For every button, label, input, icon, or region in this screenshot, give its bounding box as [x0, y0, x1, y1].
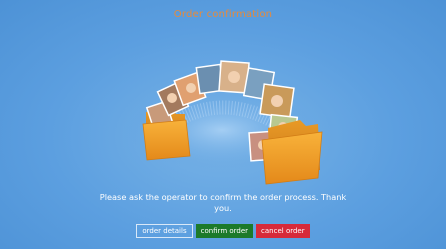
- order-details-button[interactable]: order details: [136, 224, 193, 238]
- order-confirmation-screen: Order confirmation Please ask the operat…: [0, 0, 446, 249]
- confirm-order-button[interactable]: confirm order: [195, 224, 254, 238]
- action-buttons: order details confirm order cancel order: [0, 224, 446, 238]
- cancel-order-button[interactable]: cancel order: [256, 224, 310, 238]
- operator-message: Please ask the operator to confirm the o…: [99, 192, 347, 213]
